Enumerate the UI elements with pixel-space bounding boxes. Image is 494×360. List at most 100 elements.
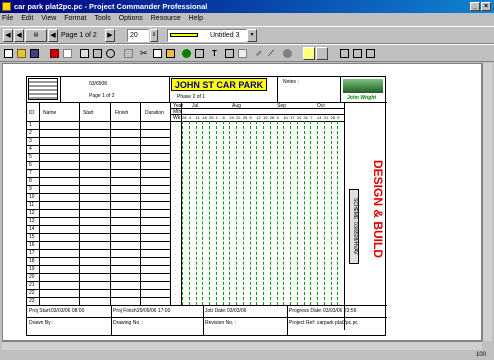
page-view-button[interactable]: ▤ <box>25 29 47 42</box>
row-id: 10 <box>29 194 35 200</box>
menu-edit[interactable]: Edit <box>21 15 33 22</box>
job-date-value: 03/03/06 <box>227 308 247 314</box>
table-row-rule <box>27 249 170 250</box>
pointer-icon[interactable]: ⬈ <box>255 49 264 58</box>
menu-tools[interactable]: Tools <box>94 15 110 22</box>
table-row-rule <box>27 241 170 242</box>
timescale-gridline <box>317 121 318 305</box>
table-row-rule <box>27 233 170 234</box>
row-id: 17 <box>29 250 35 256</box>
zoom-stepper[interactable]: ⇕ <box>150 29 158 42</box>
table-row-rule <box>27 297 170 298</box>
project-code: 03/6508 <box>89 81 108 87</box>
line-style-select[interactable]: Untitled 3 <box>167 29 247 42</box>
table-row-rule <box>27 185 170 186</box>
row-id: 22 <box>29 290 35 296</box>
vertical-scrollbar[interactable] <box>482 63 492 341</box>
timescale-gridline <box>188 121 190 305</box>
open-folder-icon[interactable] <box>17 49 26 58</box>
page-indicator: Page 1 of 2 <box>61 32 97 39</box>
column-rule <box>79 102 80 305</box>
table-row-rule <box>27 137 170 138</box>
row-id: 12 <box>29 210 35 216</box>
properties-icon[interactable] <box>63 49 72 58</box>
menu-file[interactable]: File <box>2 15 13 22</box>
cut-icon[interactable]: ✂ <box>140 49 149 58</box>
link-icon[interactable] <box>182 49 191 58</box>
revision-no-label: Revision No. : <box>205 320 237 326</box>
row-id: 3 <box>29 138 32 144</box>
row-id: 11 <box>29 202 35 208</box>
timescale-gridline <box>182 121 183 305</box>
col-finish: Finish <box>115 110 129 116</box>
timescale-gridline <box>242 121 244 305</box>
document-canvas[interactable]: 03/6508 Page 1 of 2 JOHN ST CAR PARK Pha… <box>2 63 482 341</box>
week-label: 8 <box>222 115 225 120</box>
new-file-icon[interactable] <box>4 49 13 58</box>
settings-icon[interactable] <box>283 49 292 58</box>
spell-icon[interactable] <box>106 49 115 58</box>
highlight-button[interactable] <box>303 47 315 60</box>
minimize-button[interactable]: _ <box>470 2 480 11</box>
menu-help[interactable]: Help <box>189 15 203 22</box>
design-build-label: DESIGN & BUILD <box>371 160 385 259</box>
text-icon[interactable]: T <box>212 49 221 58</box>
table-row-rule <box>27 177 170 178</box>
title-bar: car park plat2pc.pc - Project Commander … <box>0 0 494 13</box>
week-label: 10 <box>283 115 288 120</box>
row-id: 4 <box>29 146 32 152</box>
menu-format[interactable]: Format <box>64 15 86 22</box>
footer-rule <box>287 305 288 336</box>
status-bar: 100 <box>0 350 494 360</box>
close-button[interactable]: × <box>481 2 491 11</box>
footer-rule <box>27 317 387 318</box>
job-date-label: Job Date: <box>205 308 227 314</box>
row-id: 23 <box>29 298 35 304</box>
row-id: 16 <box>29 242 35 248</box>
timescale-gridline <box>236 121 237 305</box>
proj-start-value: 03/03/06 08:00 <box>51 308 85 314</box>
nav-first-button[interactable]: ◀ <box>3 29 13 42</box>
format-painter-icon[interactable] <box>124 49 133 58</box>
timescale-gridline <box>330 121 332 305</box>
image-icon[interactable] <box>238 49 247 58</box>
project-ref-label: Project Ref: <box>289 320 316 326</box>
menu-resource[interactable]: Resource <box>151 15 181 22</box>
fit-page-icon[interactable] <box>366 49 375 58</box>
chevron-down-icon[interactable]: ▼ <box>247 29 257 42</box>
column-rule <box>344 102 345 330</box>
draw-line-icon[interactable]: ⟋ <box>268 49 277 58</box>
table-row-rule <box>27 265 170 266</box>
phase-label: Phase 2 of 1 <box>177 94 206 100</box>
zoom-readout: 100 <box>476 352 487 358</box>
task-icon[interactable] <box>50 49 59 58</box>
nav-prev-button[interactable]: ◀ <box>14 29 24 42</box>
menu-view[interactable]: View <box>41 15 56 22</box>
save-icon[interactable] <box>30 49 39 58</box>
menu-options[interactable]: Options <box>119 15 143 22</box>
paste-icon[interactable] <box>166 49 175 58</box>
proj-start-label: Proj Start: <box>29 308 52 314</box>
line-style-label: Untitled 3 <box>209 32 240 39</box>
drawn-by-label: Drawn By : <box>29 320 54 326</box>
nav-next-button[interactable]: ▶ <box>105 29 115 42</box>
chart-icon[interactable] <box>195 49 204 58</box>
print-preview-icon[interactable] <box>80 49 89 58</box>
zoom-out-icon[interactable] <box>353 49 362 58</box>
progress-date-label: Progress Date: <box>289 308 323 314</box>
horizontal-scrollbar[interactable] <box>2 341 482 350</box>
row-id: 15 <box>29 234 35 240</box>
copy-icon[interactable] <box>153 49 162 58</box>
table-row-rule <box>27 281 170 282</box>
print-icon[interactable] <box>93 49 102 58</box>
line-swatch <box>170 33 198 38</box>
week-label: 11 <box>195 115 200 120</box>
table-icon[interactable] <box>225 49 234 58</box>
toolbar-standard: ✂ T ⬈ ⟋ <box>0 44 494 62</box>
row-id: 6 <box>29 162 32 168</box>
nav-back-button[interactable]: ◀ <box>48 29 58 42</box>
critical-path-button[interactable] <box>316 47 328 60</box>
zoom-in-icon[interactable] <box>340 49 349 58</box>
week-label: 4 <box>188 115 191 120</box>
zoom-input[interactable]: 20 <box>127 29 149 42</box>
